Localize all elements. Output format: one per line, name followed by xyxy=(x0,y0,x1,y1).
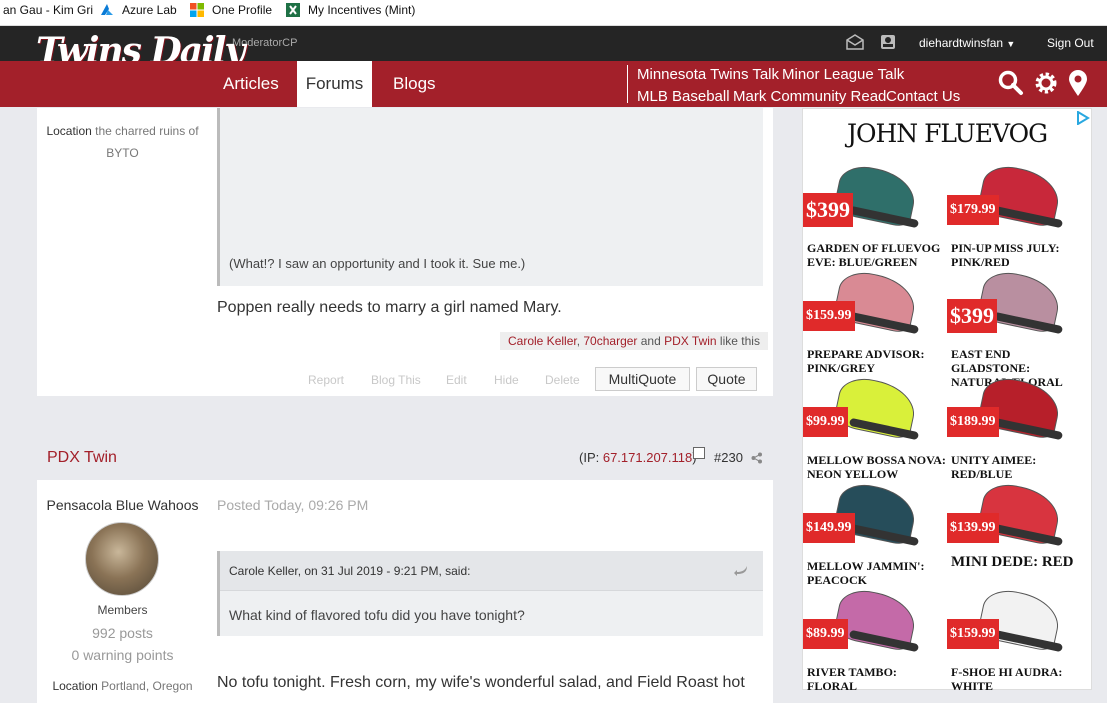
liker-link[interactable]: PDX Twin xyxy=(664,334,716,348)
user-menu[interactable]: diehardtwinsfan ▼ xyxy=(919,36,1015,50)
quick-link[interactable]: Mark Community Read xyxy=(733,88,886,105)
delete-button[interactable]: Delete xyxy=(545,373,580,387)
location-pin-icon[interactable] xyxy=(1068,69,1088,97)
product-price: $139.99 xyxy=(947,513,999,543)
report-button[interactable]: Report xyxy=(308,373,344,387)
ad-product[interactable]: $89.99 RIVER TAMBO: FLORAL xyxy=(803,585,943,694)
ip-address: (IP: 67.171.207.118) xyxy=(579,450,697,465)
product-name: GARDEN OF FLUEVOG EVE: BLUE/GREEN xyxy=(807,241,941,269)
bookmark-item[interactable]: an Gau - Kim Gri xyxy=(3,0,93,26)
product-price: $99.99 xyxy=(803,407,848,437)
microsoft-icon xyxy=(190,3,204,17)
excel-icon xyxy=(286,3,300,17)
post-number[interactable]: #230 xyxy=(714,450,743,465)
ad-product[interactable]: $149.99 MELLOW JAMMIN': PEACOCK xyxy=(803,479,943,588)
product-price: $159.99 xyxy=(803,301,855,331)
ad-product[interactable]: $399EAST END GLADSTONE: NATURAL/FLORAL xyxy=(947,267,1087,389)
edit-button[interactable]: Edit xyxy=(446,373,467,387)
envelope-icon[interactable] xyxy=(846,34,864,50)
member-group: Members xyxy=(97,603,148,617)
posted-time: Posted Today, 09:26 PM xyxy=(217,497,369,513)
search-icon[interactable] xyxy=(998,70,1024,96)
product-price: $399 xyxy=(947,299,997,333)
tab-forums[interactable]: Forums xyxy=(297,61,372,107)
azure-icon xyxy=(101,4,113,15)
ad-product[interactable]: $399 GARDEN OF FLUEVOG EVE: BLUE/GREEN xyxy=(803,161,943,270)
bookmarks-bar: an Gau - Kim Gri Azure Lab One Profile M… xyxy=(0,0,1107,26)
quick-link[interactable]: Minnesota Twins Talk xyxy=(637,66,779,83)
sign-out-link[interactable]: Sign Out xyxy=(1047,36,1094,50)
multiquote-button[interactable]: MultiQuote xyxy=(595,367,690,391)
product-name: F-SHOE HI AUDRA: WHITE xyxy=(951,665,1063,693)
liker-link[interactable]: 70charger xyxy=(583,334,637,348)
gear-icon[interactable] xyxy=(1033,70,1059,96)
product-name: RIVER TAMBO: FLORAL xyxy=(807,665,897,693)
post-body: Poppen really needs to marry a girl name… xyxy=(217,299,562,316)
advertisement[interactable]: JOHN FLUEVOG $399 GARDEN OF FLUEVOG EVE: … xyxy=(802,108,1092,693)
product-price: $89.99 xyxy=(803,619,848,649)
quote-button[interactable]: Quote xyxy=(696,367,757,391)
tab-blogs[interactable]: Blogs xyxy=(393,61,436,107)
ad-product[interactable]: $179.99 PIN-UP MISS JULY: PINK/RED xyxy=(947,161,1087,270)
post-card: Pensacola Blue Wahoos Members 992 posts … xyxy=(37,480,773,703)
product-price: $159.99 xyxy=(947,619,999,649)
select-post-checkbox[interactable] xyxy=(693,447,705,459)
ad-product[interactable]: $159.99 F-SHOE HI AUDRA: WHITE xyxy=(947,585,1087,694)
ad-brand: JOHN FLUEVOG xyxy=(846,119,1048,148)
likes-bar: Carole Keller, 70charger and PDX Twin li… xyxy=(500,332,768,350)
ad-product[interactable]: $159.99 PREPARE ADVISOR: PINK/GREY xyxy=(803,267,943,376)
product-price: $149.99 xyxy=(803,513,855,543)
product-name: MELLOW JAMMIN': PEACOCK xyxy=(807,559,925,587)
blog-this-button[interactable]: Blog This xyxy=(371,373,421,387)
product-name: MINI DEDE: RED xyxy=(951,554,1074,570)
product-name: MELLOW BOSSA NOVA: NEON YELLOW xyxy=(807,453,946,481)
quick-link[interactable]: Minor League Talk xyxy=(782,66,904,83)
quote-header: Carole Keller, on 31 Jul 2019 - 9:21 PM,… xyxy=(220,551,763,591)
user-title: Pensacola Blue Wahoos xyxy=(46,497,199,513)
post-card: Location the charred ruins of BYTO (What… xyxy=(37,108,773,396)
avatar[interactable] xyxy=(85,522,159,596)
quote-block: Carole Keller, on 31 Jul 2019 - 9:21 PM,… xyxy=(217,551,763,636)
ad-product[interactable]: $189.99 UNITY AIMEE: RED/BLUE xyxy=(947,373,1087,482)
post-count: 992 posts xyxy=(92,625,153,641)
warning-points: 0 warning points xyxy=(71,647,174,663)
product-name: PREPARE ADVISOR: PINK/GREY xyxy=(807,347,925,375)
quick-link[interactable]: MLB Baseball xyxy=(637,88,730,105)
tab-articles[interactable]: Articles xyxy=(223,61,279,107)
liker-link[interactable]: Carole Keller xyxy=(508,334,577,348)
product-price: $179.99 xyxy=(947,195,999,225)
quote-block: (What!? I saw an opportunity and I took … xyxy=(217,108,763,286)
caret-down-icon: ▼ xyxy=(1006,39,1016,49)
main-nav: Articles Forums Blogs Minnesota Twins Ta… xyxy=(0,61,1107,107)
post-author-link[interactable]: PDX Twin xyxy=(47,449,117,467)
notifications-icon[interactable] xyxy=(880,34,896,50)
post-header: PDX Twin (IP: 67.171.207.118) #230 xyxy=(37,436,773,480)
share-icon[interactable] xyxy=(751,452,763,464)
ad-product[interactable]: $99.99 MELLOW BOSSA NOVA: NEON YELLOW xyxy=(803,373,946,482)
view-post-icon[interactable] xyxy=(734,565,748,577)
product-name: PIN-UP MISS JULY: PINK/RED xyxy=(951,241,1060,269)
ip-link[interactable]: 67.171.207.118 xyxy=(603,450,692,465)
quick-link[interactable]: Contact Us xyxy=(886,88,960,105)
ad-product[interactable]: $139.99 MINI DEDE: RED xyxy=(947,479,1087,588)
nav-divider xyxy=(627,65,628,103)
product-name: UNITY AIMEE: RED/BLUE xyxy=(951,453,1037,481)
post-body: No tofu tonight. Fresh corn, my wife's w… xyxy=(217,674,745,691)
author-location: Location the charred ruins of BYTO xyxy=(46,124,199,160)
author-location: Location Portland, Oregon xyxy=(52,679,193,693)
product-price: $399 xyxy=(803,193,853,227)
product-price: $189.99 xyxy=(947,407,999,437)
hide-button[interactable]: Hide xyxy=(494,373,519,387)
